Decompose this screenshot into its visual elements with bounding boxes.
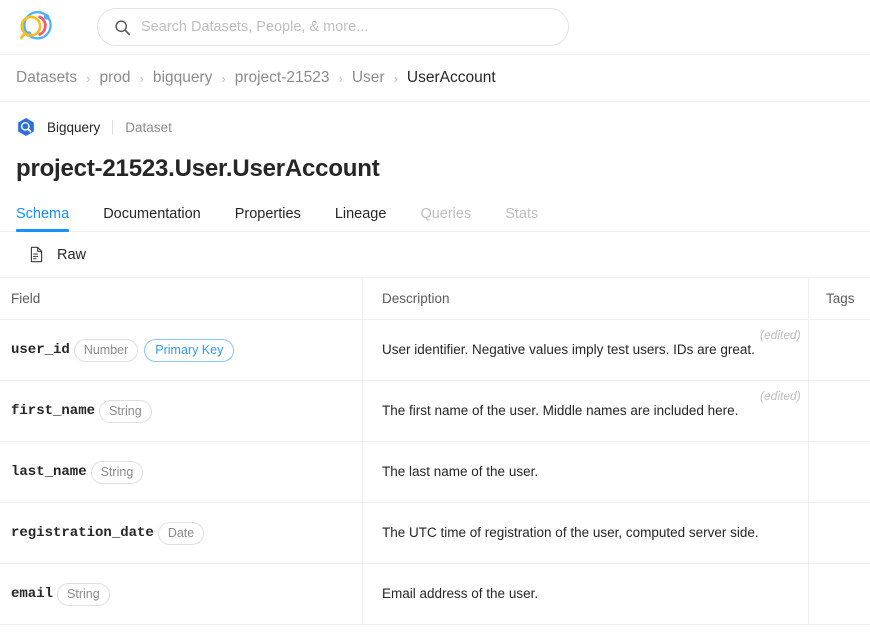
field-cell: registration_date Date [0,503,362,563]
breadcrumb-separator: › [86,70,91,86]
description-text: User identifier. Negative values imply t… [382,342,755,358]
description-text: The UTC time of registration of the user… [382,525,759,541]
field-type-badge: Date [157,521,205,545]
field-name: user_id [11,342,70,358]
primary-key-badge: Primary Key [144,338,235,362]
breadcrumb-item-prod[interactable]: prod [100,69,131,87]
schema-toolbar: Raw [0,232,870,278]
breadcrumb-item-project[interactable]: project-21523 [235,69,330,87]
entity-header: Bigquery Dataset project-21523.User.User… [0,102,870,183]
field-name: first_name [11,403,96,419]
tab-lineage[interactable]: Lineage [335,206,387,231]
description-cell[interactable]: Email address of the user. [362,564,808,624]
datahub-logo-icon[interactable] [13,6,55,48]
table-header-row: Field Description Tags [0,278,870,320]
tab-schema[interactable]: Schema [16,206,70,232]
table-row[interactable]: first_name String The first name of the … [0,381,870,442]
column-header-description[interactable]: Description [362,278,808,319]
top-navigation-bar [0,0,870,55]
tags-cell[interactable] [808,320,870,380]
tab-documentation[interactable]: Documentation [103,206,201,231]
schema-table: Field Description Tags user_id Number Pr… [0,278,870,625]
table-row[interactable]: email String Email address of the user. [0,564,870,625]
column-header-field[interactable]: Field [0,278,362,319]
platform-name: Bigquery [47,119,101,135]
bigquery-icon [18,118,34,136]
raw-label: Raw [57,246,87,263]
tags-cell[interactable] [808,564,870,624]
tags-cell[interactable] [808,442,870,502]
search-box[interactable] [97,8,569,46]
field-cell: last_name String [0,442,362,502]
field-type-badge: String [99,399,152,423]
page-title: project-21523.User.UserAccount [16,155,380,182]
field-cell: user_id Number Primary Key [0,320,362,380]
breadcrumb-item-user[interactable]: User [352,69,385,87]
raw-toggle-button[interactable]: Raw [28,246,86,263]
tags-cell[interactable] [808,381,870,441]
header-divider [112,119,114,135]
field-type-badge: Number [73,338,139,362]
field-type-badge: String [90,460,144,484]
breadcrumb-item-useraccount: UserAccount [406,69,496,86]
breadcrumb-separator: › [221,70,226,86]
description-cell[interactable]: The UTC time of registration of the user… [362,503,808,563]
tab-queries[interactable]: Queries [420,206,471,231]
table-row[interactable]: user_id Number Primary Key User identifi… [0,320,870,381]
entity-type-label: Dataset [125,119,172,135]
table-row[interactable]: last_name String The last name of the us… [0,442,870,503]
platform-row: Bigquery Dataset [16,116,854,138]
breadcrumb-separator: › [139,70,144,86]
breadcrumb-separator: › [338,70,343,86]
tab-stats[interactable]: Stats [505,206,538,231]
search-input[interactable] [141,19,552,35]
breadcrumb-item-datasets[interactable]: Datasets [16,69,77,87]
search-icon [115,19,131,35]
description-text: The last name of the user. [382,464,539,480]
breadcrumb-separator: › [393,70,398,86]
breadcrumb-item-bigquery[interactable]: bigquery [153,69,212,87]
field-cell: first_name String [0,381,362,441]
tags-cell[interactable] [808,503,870,563]
description-cell[interactable]: User identifier. Negative values imply t… [362,320,808,380]
field-cell: email String [0,564,362,624]
field-type-badge: String [57,582,110,606]
field-name: registration_date [11,525,154,541]
description-cell[interactable]: The first name of the user. Middle names… [362,381,808,441]
entity-tabs: Schema Documentation Properties Lineage … [0,199,870,232]
description-cell[interactable]: The last name of the user. [362,442,808,502]
file-document-icon [30,246,43,263]
field-name: last_name [11,464,87,480]
description-text: The first name of the user. Middle names… [382,403,739,419]
table-row[interactable]: registration_date Date The UTC time of r… [0,503,870,564]
tab-properties[interactable]: Properties [235,206,301,231]
column-header-tags[interactable]: Tags [808,278,870,319]
field-name: email [11,586,54,602]
description-text: Email address of the user. [382,586,539,602]
breadcrumb: Datasets › prod › bigquery › project-215… [0,55,870,102]
